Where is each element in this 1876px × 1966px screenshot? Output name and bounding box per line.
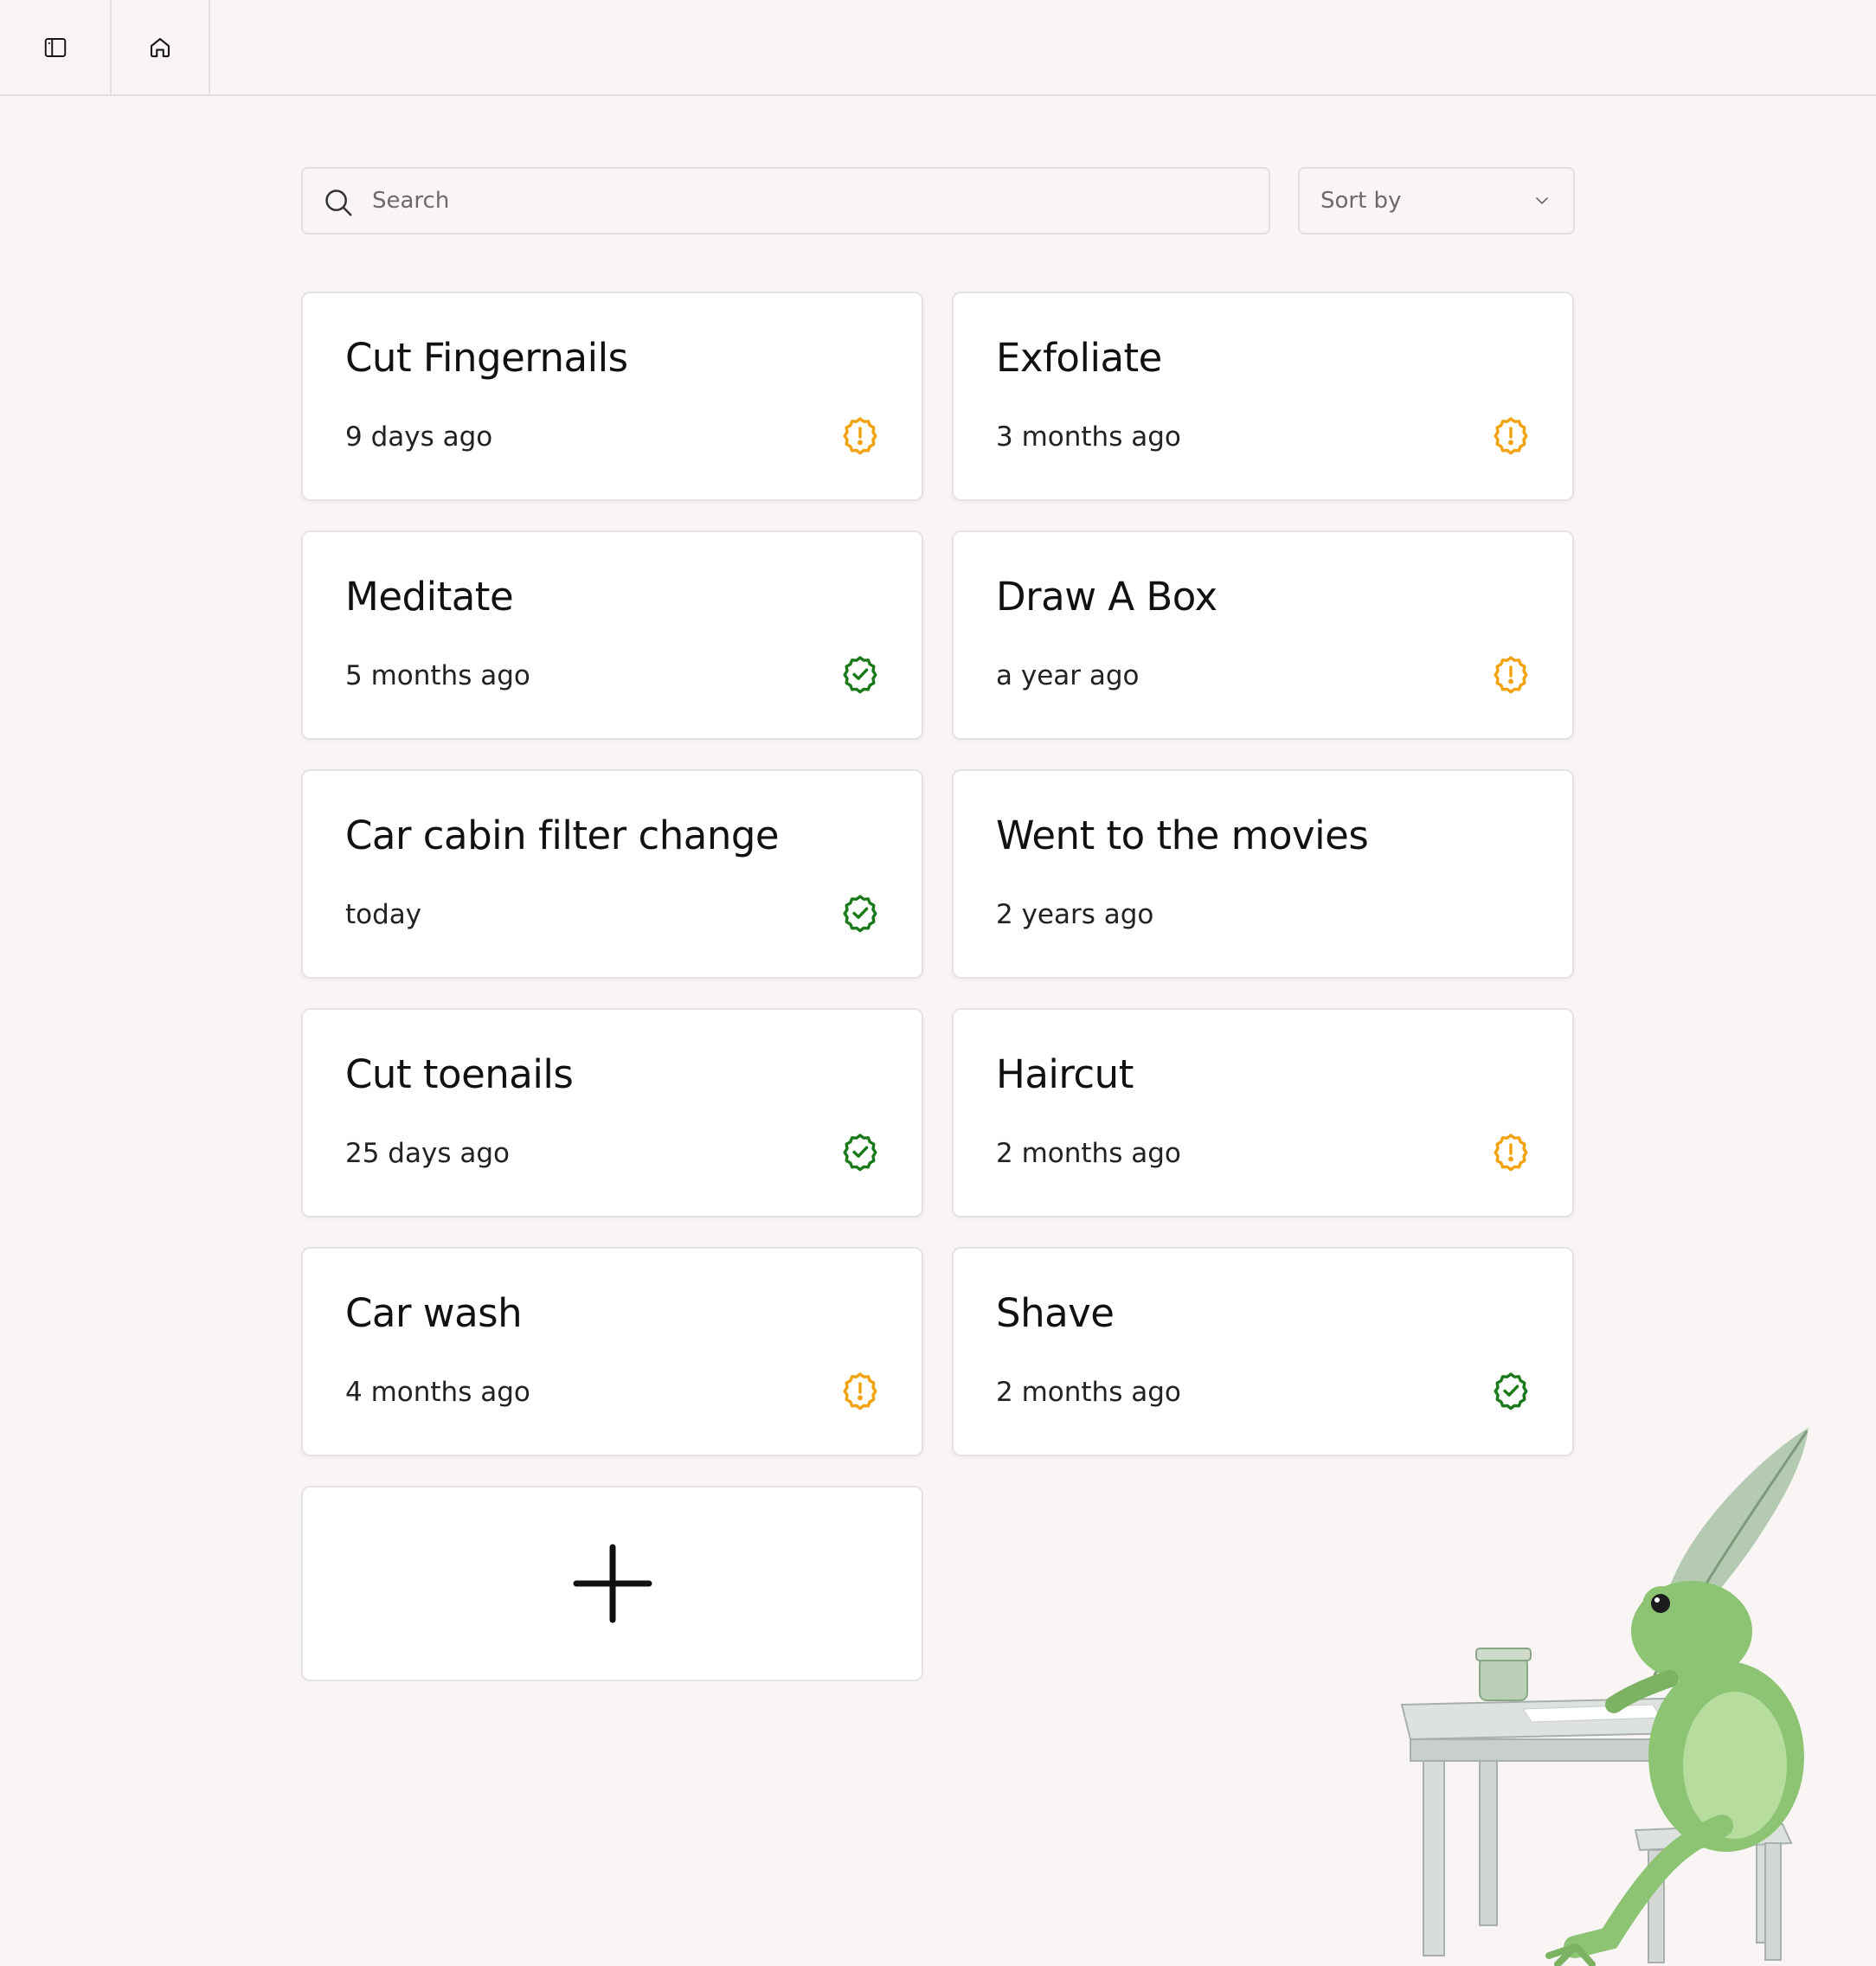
top-bar <box>0 0 1876 96</box>
task-card[interactable]: Car wash 4 months ago <box>301 1247 923 1456</box>
warning-badge-icon <box>1494 417 1528 455</box>
search-icon <box>325 190 352 216</box>
task-card[interactable]: Haircut 2 months ago <box>952 1008 1574 1218</box>
search-input[interactable] <box>372 169 1255 233</box>
task-last-done: 5 months ago <box>345 660 530 691</box>
warning-badge-icon <box>843 1372 877 1410</box>
sidebar-toggle-button[interactable] <box>0 0 112 94</box>
warning-badge-icon <box>1494 1134 1528 1172</box>
task-title: Car wash <box>345 1290 523 1336</box>
task-title: Car cabin filter change <box>345 813 780 858</box>
sort-dropdown[interactable]: Sort by <box>1298 167 1575 235</box>
sidebar-toggle-icon <box>44 37 66 57</box>
task-last-done: 2 years ago <box>996 899 1154 930</box>
task-card[interactable]: Exfoliate 3 months ago <box>952 292 1574 501</box>
add-task-button[interactable] <box>301 1486 923 1681</box>
toolbar: Sort by <box>301 167 1575 235</box>
warning-badge-icon <box>1494 656 1528 694</box>
task-title: Draw A Box <box>996 574 1217 620</box>
task-title: Cut toenails <box>345 1051 574 1097</box>
home-icon <box>150 37 170 57</box>
search-box[interactable] <box>301 167 1270 235</box>
task-last-done: today <box>345 899 422 930</box>
check-badge-icon <box>843 1134 877 1172</box>
task-card[interactable]: Cut Fingernails 9 days ago <box>301 292 923 501</box>
frog-writing-illustration <box>1400 1428 1809 1966</box>
home-button[interactable] <box>112 0 210 94</box>
task-card[interactable]: Car cabin filter change today <box>301 769 923 979</box>
task-card[interactable]: Meditate 5 months ago <box>301 530 923 740</box>
task-last-done: 25 days ago <box>345 1138 510 1169</box>
sort-label: Sort by <box>1320 188 1402 214</box>
task-last-done: 3 months ago <box>996 421 1181 453</box>
task-title: Haircut <box>996 1051 1134 1097</box>
check-badge-icon <box>843 895 877 933</box>
task-last-done: 2 months ago <box>996 1377 1181 1408</box>
task-last-done: 2 months ago <box>996 1138 1181 1169</box>
task-card[interactable]: Cut toenails 25 days ago <box>301 1008 923 1218</box>
task-last-done: 4 months ago <box>345 1377 530 1408</box>
task-card[interactable]: Draw A Box a year ago <box>952 530 1574 740</box>
task-title: Went to the movies <box>996 813 1369 858</box>
task-last-done: 9 days ago <box>345 421 493 453</box>
task-title: Exfoliate <box>996 335 1162 381</box>
check-badge-icon <box>843 656 877 694</box>
plus-icon <box>573 1544 652 1623</box>
task-title: Meditate <box>345 574 514 620</box>
check-badge-icon <box>1494 1372 1528 1410</box>
task-last-done: a year ago <box>996 660 1140 691</box>
task-title: Cut Fingernails <box>345 335 628 381</box>
warning-badge-icon <box>843 417 877 455</box>
task-title: Shave <box>996 1290 1115 1336</box>
chevron-down-icon <box>1536 197 1548 204</box>
task-card[interactable]: Went to the movies 2 years ago <box>952 769 1574 979</box>
